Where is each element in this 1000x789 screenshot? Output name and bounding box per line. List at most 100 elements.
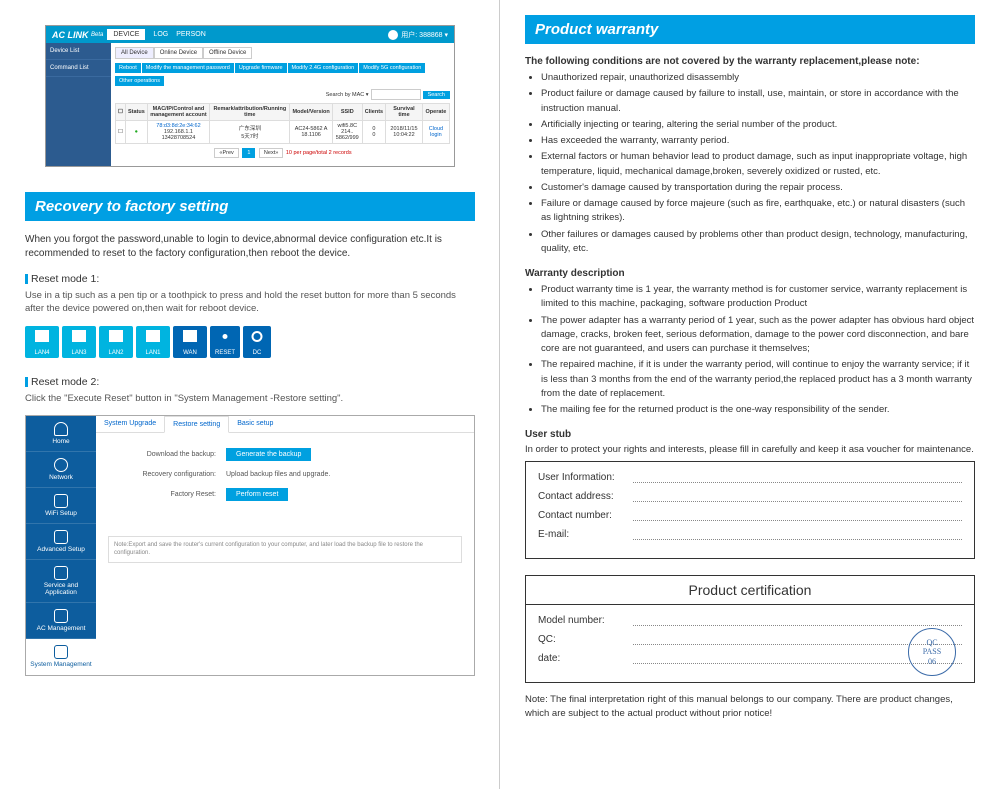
nav-wifi[interactable]: WiFi Setup (26, 488, 96, 524)
port-dc: DC (243, 326, 271, 358)
reset-mode-2-heading: Reset mode 2: (25, 376, 475, 388)
top-tab-log[interactable]: LOG (153, 31, 168, 38)
btn-modify-5g[interactable]: Modify 5G configuration (359, 63, 425, 73)
list-item: The mailing fee for the returned product… (541, 403, 975, 417)
btn-other-ops[interactable]: Other operations (115, 76, 164, 86)
page-info: 10 per page/total 2 records (286, 150, 352, 156)
nav-label: Network (49, 474, 73, 481)
top-tab-device[interactable]: DEVICE (107, 29, 145, 40)
warranty-desc-list: Product warranty time is 1 year, the war… (525, 283, 975, 417)
restore-screenshot: Home Network WiFi Setup Advanced Setup S… (25, 415, 475, 676)
tab-online-device[interactable]: Online Device (154, 47, 203, 59)
user-label: 用户: 388868 ▾ (401, 30, 448, 40)
brand-sub: Beta (91, 32, 103, 38)
search-mode[interactable]: Search by MAC ▾ (326, 92, 369, 98)
section-title-warranty: Product warranty (525, 15, 975, 44)
cell-val: 0 (365, 132, 383, 138)
col-survival: Survival time (386, 104, 423, 121)
nav-label: AC Management (37, 625, 86, 632)
reset-mode-1-desc: Use in a tip such as a pen tip or a toot… (25, 289, 475, 316)
col-model: Model/Version (290, 104, 332, 121)
top-tab-person[interactable]: PERSON (176, 31, 206, 38)
label-recovery-config: Recovery configuration: (116, 471, 226, 478)
nav-advanced[interactable]: Advanced Setup (26, 524, 96, 560)
port-label: LAN4 (25, 350, 59, 356)
list-item: Customer's damage caused by transportati… (541, 181, 975, 195)
nav-system[interactable]: System Management (26, 639, 96, 675)
cell-val: 13428708524 (150, 135, 207, 141)
col-mac: MAC/IP/Control and management account (147, 104, 209, 121)
search-button[interactable]: Search (423, 91, 450, 99)
tab-system-upgrade[interactable]: System Upgrade (96, 416, 164, 432)
avatar-icon (388, 30, 398, 40)
ac-icon (54, 609, 68, 623)
wifi-icon (54, 494, 68, 508)
btn-generate-backup[interactable]: Generate the backup (226, 448, 311, 461)
sidebar-item-command-list[interactable]: Command List (46, 60, 111, 77)
tab-all-device[interactable]: All Device (115, 47, 154, 59)
user-stub-desc: In order to protect your rights and inte… (525, 444, 975, 455)
tab-restore-setting[interactable]: Restore setting (164, 416, 229, 433)
stub-line[interactable] (633, 491, 962, 502)
port-label: WAN (173, 350, 207, 356)
aclink-screenshot: AC LINK Beta DEVICE LOG PERSON 用户: 38886… (45, 25, 455, 167)
col-operate: Operate (422, 104, 449, 121)
stub-label: Contact number: (538, 510, 633, 521)
btn-modify-2g[interactable]: Modify 2.4G configuration (288, 63, 359, 73)
btn-reboot[interactable]: Reboot (115, 63, 141, 73)
admin-sidebar: Home Network WiFi Setup Advanced Setup S… (26, 416, 96, 675)
router-diagram: LAN4 LAN3 LAN2 LAN1 WAN RESET DC (25, 326, 475, 358)
home-icon (54, 422, 68, 436)
tab-offline-device[interactable]: Offline Device (203, 47, 252, 59)
bar-icon (25, 377, 28, 387)
row-mac[interactable]: 78:d3:8d:2e:34:62 192.168.1.1 1342870852… (147, 121, 209, 144)
tab-basic-setup[interactable]: Basic setup (229, 416, 281, 432)
cert-label: date: (538, 653, 633, 664)
bar-icon (25, 274, 28, 284)
stub-line[interactable] (633, 472, 962, 483)
col-status: Status (125, 104, 147, 121)
brand: AC LINK (52, 30, 89, 40)
port-label: RESET (210, 350, 240, 356)
port-label: LAN3 (62, 350, 96, 356)
user-stub-box: User Information: Contact address: Conta… (525, 461, 975, 559)
row-clients: 0 0 (362, 121, 385, 144)
sidebar-item-device-list[interactable]: Device List (46, 43, 111, 60)
row-operate[interactable]: Cloud login (422, 121, 449, 144)
btn-modify-password[interactable]: Modify the management password (142, 63, 234, 73)
list-item: The power adapter has a warranty period … (541, 314, 975, 357)
warranty-desc-heading: Warranty description (525, 268, 975, 279)
nav-home[interactable]: Home (26, 416, 96, 452)
cert-line[interactable] (633, 615, 962, 626)
cert-label: Model number: (538, 615, 633, 626)
port-lan3: LAN3 (62, 326, 96, 358)
nav-ac[interactable]: AC Management (26, 603, 96, 639)
page-current[interactable]: 1 (242, 148, 255, 158)
cert-title: Product certification (526, 576, 974, 605)
nav-network[interactable]: Network (26, 452, 96, 488)
nav-service[interactable]: Service and Application (26, 560, 96, 603)
user-menu[interactable]: 用户: 388868 ▾ (388, 30, 448, 40)
user-stub-heading: User stub (525, 429, 975, 440)
btn-upgrade[interactable]: Upgrade firmware (235, 63, 287, 73)
stamp-line: PASS (923, 647, 941, 657)
btn-perform-reset[interactable]: Perform reset (226, 488, 288, 501)
label-factory-reset: Factory Reset: (116, 491, 226, 498)
final-note: Note: The final interpretation right of … (525, 693, 975, 720)
page-prev[interactable]: «Prev (214, 148, 238, 158)
page-next[interactable]: Next» (259, 148, 283, 158)
row-check[interactable]: ☐ (116, 121, 126, 144)
stub-line[interactable] (633, 510, 962, 521)
row-status: ● (125, 121, 147, 144)
list-item: Other failures or damages caused by prob… (541, 228, 975, 257)
col-check[interactable]: ☐ (116, 104, 126, 121)
pagination: «Prev 1 Next» 10 per page/total 2 record… (115, 144, 450, 162)
port-label: DC (243, 350, 271, 356)
stub-line[interactable] (633, 529, 962, 540)
port-label: LAN1 (136, 350, 170, 356)
list-item: Product failure or damage caused by fail… (541, 87, 975, 116)
list-item: Failure or damage caused by force majeur… (541, 197, 975, 226)
port-lan1: LAN1 (136, 326, 170, 358)
row-model: AC24-5862 A 18.1106 (290, 121, 332, 144)
search-input[interactable] (371, 89, 421, 100)
